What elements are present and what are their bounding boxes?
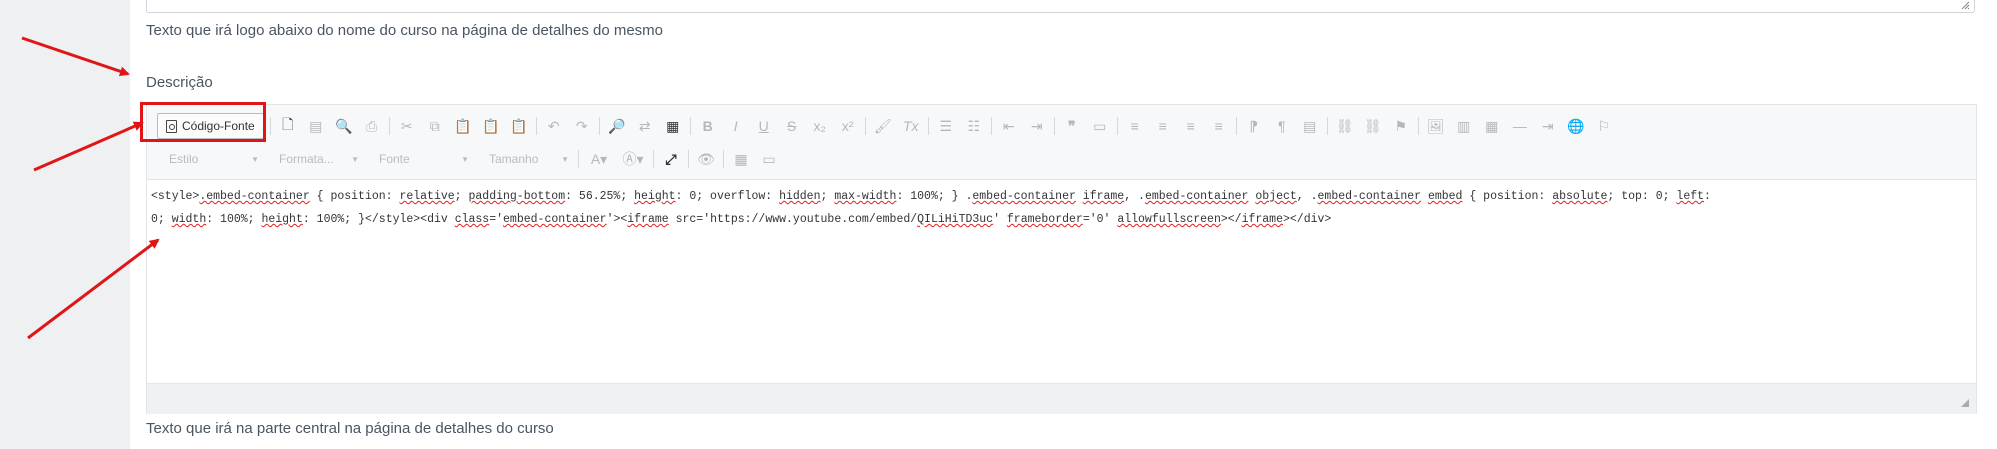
annotation-arrow-1 [21, 36, 130, 77]
annotation-arrow-3 [27, 238, 160, 340]
annotation-arrow-2 [33, 121, 144, 172]
annotation-arrows [21, 36, 160, 340]
